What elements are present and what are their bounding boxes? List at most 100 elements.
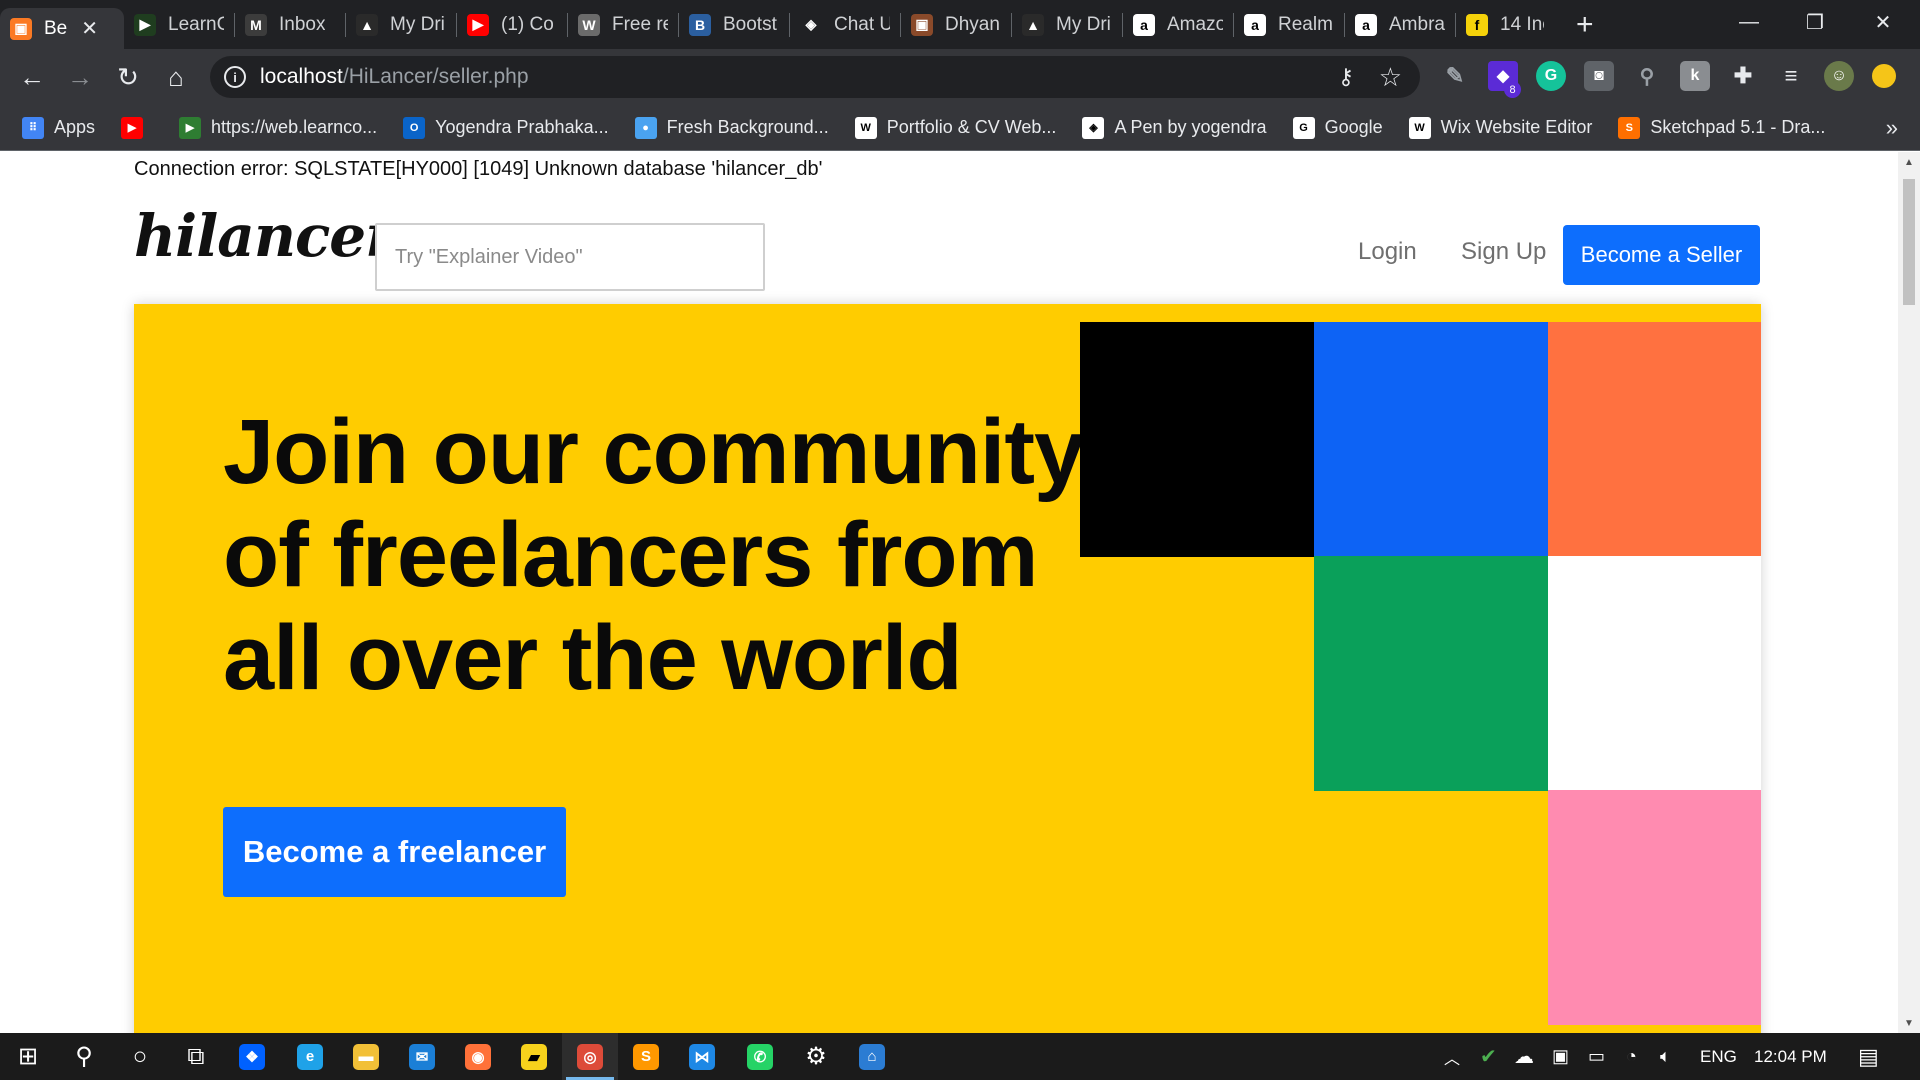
- clock-time[interactable]: 12:04 PM: [1754, 1033, 1827, 1080]
- search-extension-icon[interactable]: ⚲: [1632, 61, 1662, 91]
- white-tile: [1548, 556, 1761, 791]
- scroll-down-arrow-icon[interactable]: ▼: [1898, 1013, 1920, 1033]
- browser-tab[interactable]: ▲ My Dri: [1012, 0, 1122, 49]
- become-seller-button[interactable]: Become a Seller: [1563, 225, 1760, 285]
- bookmark-item[interactable]: ● Fresh Background...: [634, 116, 829, 139]
- hilancer-logo[interactable]: hilancer: [134, 202, 396, 270]
- settings-gear-icon[interactable]: ⚙: [788, 1033, 844, 1080]
- bookmark-item[interactable]: S Sketchpad 5.1 - Dra...: [1618, 116, 1825, 139]
- battery-icon[interactable]: ▭: [1588, 1033, 1605, 1080]
- window-restore-button[interactable]: ❐: [1782, 0, 1848, 44]
- password-key-icon[interactable]: ⚷: [1338, 64, 1354, 90]
- update-indicator-icon[interactable]: [1872, 64, 1896, 88]
- windows-start-icon[interactable]: ⊞: [0, 1033, 56, 1080]
- bookmark-label: A Pen by yogendra: [1114, 117, 1267, 137]
- puzzle-extensions-icon[interactable]: ✚: [1728, 61, 1758, 91]
- new-tab-button[interactable]: +: [1576, 8, 1594, 42]
- volume-icon[interactable]: 🔈︎: [1660, 1033, 1671, 1080]
- browser-tab[interactable]: ◈ Chat U: [790, 0, 900, 49]
- scrollbar-thumb[interactable]: [1903, 179, 1915, 305]
- store-icon[interactable]: ⌂: [844, 1033, 900, 1080]
- xampp-icon: ▣: [10, 17, 32, 40]
- media-queue-icon[interactable]: ≡: [1776, 61, 1806, 91]
- window-minimize-button[interactable]: —: [1716, 0, 1782, 44]
- mail-icon[interactable]: ✉: [394, 1033, 450, 1080]
- address-bar[interactable]: i localhost/HiLancer/seller.php ⚷ ☆: [210, 56, 1420, 98]
- search-icon[interactable]: ⚲: [56, 1033, 112, 1080]
- tray-security-icon[interactable]: ✔: [1480, 1033, 1497, 1080]
- wifi-icon[interactable]: ◔: [1626, 1033, 1637, 1080]
- scroll-up-arrow-icon[interactable]: ▲: [1898, 152, 1920, 172]
- vscode-icon[interactable]: ⋈: [674, 1033, 730, 1080]
- browser-tab[interactable]: ▶ (1) Co: [457, 0, 567, 49]
- firefox-icon[interactable]: ◉: [450, 1033, 506, 1080]
- browser-tab[interactable]: a Amazo: [1123, 0, 1233, 49]
- site-info-icon[interactable]: i: [224, 66, 246, 88]
- browser-tab[interactable]: M Inbox: [235, 0, 345, 49]
- browser-tab[interactable]: B Bootst: [679, 0, 789, 49]
- chrome-icon[interactable]: ◎: [562, 1033, 618, 1080]
- fresh-bg-icon: ●: [634, 116, 657, 139]
- orange-tile: [1548, 322, 1761, 557]
- forward-arrow-icon[interactable]: →: [62, 59, 98, 95]
- onedrive-cloud-icon[interactable]: ☁: [1514, 1033, 1534, 1080]
- tab-title: Inbox: [279, 13, 326, 35]
- back-arrow-icon[interactable]: ←: [14, 59, 50, 95]
- bookmark-item[interactable]: ▶: [121, 116, 153, 139]
- become-freelancer-button[interactable]: Become a freelancer: [223, 807, 566, 897]
- address-url[interactable]: localhost/HiLancer/seller.php: [260, 65, 529, 89]
- bookmark-item[interactable]: O Yogendra Prabhaka...: [403, 116, 609, 139]
- login-link[interactable]: Login: [1358, 238, 1417, 266]
- whatsapp-icon[interactable]: ✆: [732, 1033, 788, 1080]
- home-icon[interactable]: ⌂: [158, 59, 194, 95]
- page-scrollbar[interactable]: ▲ ▼: [1898, 152, 1920, 1033]
- profile-avatar[interactable]: ☺: [1824, 61, 1854, 91]
- browser-tab[interactable]: a Realm: [1234, 0, 1344, 49]
- google-icon: G: [1292, 116, 1315, 139]
- action-center-icon[interactable]: ▤: [1858, 1033, 1879, 1080]
- browser-tab[interactable]: ▣ Be ✕: [0, 8, 124, 49]
- bookmark-item[interactable]: W Wix Website Editor: [1408, 116, 1592, 139]
- sticky-notes-icon[interactable]: ▰: [506, 1033, 562, 1080]
- dropbox-icon[interactable]: ❖: [224, 1033, 280, 1080]
- browser-tab[interactable]: a Ambra: [1345, 0, 1455, 49]
- tab-close-icon[interactable]: ✕: [81, 16, 98, 41]
- camera-extension-icon[interactable]: ◙: [1584, 61, 1614, 91]
- language-indicator[interactable]: ENG: [1700, 1033, 1737, 1080]
- blue-tile: [1314, 322, 1549, 557]
- drive-icon: ▲: [1022, 13, 1044, 36]
- bookmark-item[interactable]: ▶ https://web.learnco...: [179, 116, 377, 139]
- browser-tab[interactable]: ▶ LearnC: [124, 0, 234, 49]
- extension-badge: 8: [1504, 81, 1521, 98]
- browser-tab[interactable]: W Free re: [568, 0, 678, 49]
- signup-link[interactable]: Sign Up: [1461, 238, 1546, 266]
- tab-title: 14 Inc: [1500, 13, 1544, 35]
- bookmarks-overflow-icon[interactable]: »: [1886, 115, 1898, 141]
- bookmark-item[interactable]: G Google: [1292, 116, 1383, 139]
- sublime-text-icon[interactable]: S: [618, 1033, 674, 1080]
- edge-icon[interactable]: e: [282, 1033, 338, 1080]
- bookmark-item[interactable]: ⠿ Apps: [22, 116, 95, 139]
- browser-tab[interactable]: f 14 Inc: [1456, 0, 1554, 49]
- bookmark-star-icon[interactable]: ☆: [1379, 62, 1402, 93]
- codepen-icon: ◈: [800, 13, 822, 36]
- eyedropper-extension-icon[interactable]: ✎: [1440, 61, 1470, 91]
- file-explorer-icon[interactable]: ▬: [338, 1033, 394, 1080]
- cortana-icon[interactable]: ○: [112, 1033, 168, 1080]
- learncode-icon: ▶: [179, 116, 202, 139]
- browser-tab[interactable]: ▣ Dhyan: [901, 0, 1011, 49]
- connection-error-text: Connection error: SQLSTATE[HY000] [1049]…: [134, 158, 823, 180]
- task-view-icon[interactable]: ⧉: [168, 1033, 224, 1080]
- browser-tab[interactable]: ▲ My Dri: [346, 0, 456, 49]
- tray-show-hidden-icon[interactable]: ︿: [1444, 1033, 1460, 1080]
- k-extension-icon[interactable]: k: [1680, 61, 1710, 91]
- hero-title: Join our community of freelancers from a…: [223, 401, 1085, 709]
- window-close-button[interactable]: ✕: [1850, 0, 1916, 44]
- grammarly-icon[interactable]: G: [1536, 61, 1566, 91]
- tab-title: Free re: [612, 13, 668, 35]
- bookmark-item[interactable]: ◈ A Pen by yogendra: [1082, 116, 1267, 139]
- tray-display-icon[interactable]: ▣: [1552, 1033, 1569, 1080]
- search-input[interactable]: [375, 223, 765, 291]
- bookmark-item[interactable]: W Portfolio & CV Web...: [854, 116, 1056, 139]
- reload-icon[interactable]: ↻: [110, 59, 146, 95]
